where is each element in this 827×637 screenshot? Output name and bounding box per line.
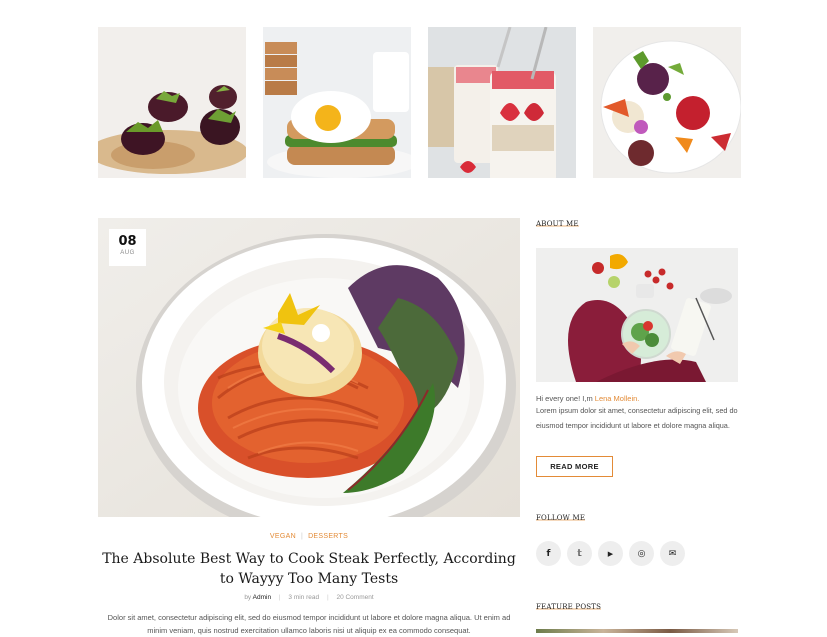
greeting-text: Hi every one! I,m — [536, 394, 593, 403]
category-link-desserts[interactable]: DESSERTS — [308, 533, 348, 540]
author-name: Lena Mollein. — [594, 394, 640, 403]
social-links: f 𝕥 ▶ ◎ ✉ — [536, 541, 685, 566]
comment-count-link[interactable]: 20 Comment — [336, 594, 373, 601]
twitter-icon[interactable]: 𝕥 — [567, 541, 592, 566]
gallery-image-beet-bites[interactable] — [98, 27, 246, 178]
read-more-button[interactable]: READ MORE — [536, 456, 613, 477]
about-description: Lorem ipsum dolor sit amet, consectetur … — [536, 406, 738, 430]
gallery-image-egg-sandwich[interactable] — [263, 27, 411, 178]
photo-gallery — [98, 27, 741, 178]
about-greeting: Hi every one! I,m Lena Mollein. — [536, 394, 639, 403]
post-featured-image[interactable]: 08 AUG — [98, 218, 520, 517]
category-separator: | — [300, 533, 304, 540]
post-title[interactable]: The Absolute Best Way to Cook Steak Perf… — [98, 549, 520, 589]
meta-separator: | — [326, 594, 329, 601]
meta-separator: | — [278, 594, 281, 601]
feature-post-thumbnail[interactable] — [536, 629, 738, 633]
feature-posts-heading: FEATURE POSTS — [536, 603, 602, 611]
feature-posts-heading-text: FEATURE POSTS — [536, 603, 602, 611]
author-prefix: by — [244, 594, 252, 601]
category-link-vegan[interactable]: VEGAN — [270, 533, 296, 540]
post-date-month: AUG — [120, 250, 135, 256]
author-link[interactable]: Admin — [253, 594, 271, 601]
post-date-badge: 08 AUG — [109, 229, 146, 266]
instagram-icon[interactable]: ◎ — [629, 541, 654, 566]
post-date-day: 08 — [118, 234, 137, 249]
about-heading: ABOUT ME — [536, 220, 579, 228]
gallery-image-strawberry-oats[interactable] — [428, 27, 576, 178]
about-heading-text: ABOUT ME — [536, 220, 579, 228]
about-image — [536, 248, 738, 382]
post-excerpt: Dolor sit amet, consectetur adipiscing e… — [107, 613, 511, 635]
gallery-image-fruit-salad[interactable] — [593, 27, 741, 178]
follow-heading-text: FOLLOW ME — [536, 514, 586, 522]
read-time: 3 min read — [288, 594, 320, 601]
facebook-icon[interactable]: f — [536, 541, 561, 566]
youtube-icon[interactable]: ▶ — [598, 541, 623, 566]
follow-heading: FOLLOW ME — [536, 514, 586, 522]
post-meta: by Admin | 3 min read | 20 Comment — [98, 594, 520, 601]
email-icon[interactable]: ✉ — [660, 541, 685, 566]
post-categories: VEGAN | DESSERTS — [98, 533, 520, 540]
